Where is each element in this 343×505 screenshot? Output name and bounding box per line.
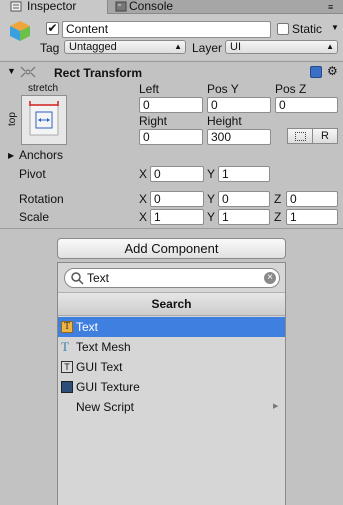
gameobject-header: ✔ Content Static ▼ Tag Untagged ▲ Layer … <box>0 14 343 60</box>
scale-x-input[interactable]: 1 <box>150 209 204 225</box>
pivot-x-label: X <box>139 167 148 181</box>
tab-bar: Inspector Console ≡ <box>0 0 343 15</box>
inspector-tab-icon <box>10 1 22 12</box>
layer-label: Layer <box>192 41 223 55</box>
rotation-x-input[interactable]: 0 <box>150 191 204 207</box>
posz-input[interactable]: 0 <box>275 97 338 113</box>
result-label: GUI Text <box>76 360 123 374</box>
tab-console-label: Console <box>129 0 174 13</box>
left-label: Left <box>139 82 160 96</box>
scale-z-label: Z <box>274 210 282 224</box>
anchor-preset-stretch-label: stretch <box>28 83 59 94</box>
tab-console[interactable]: Console <box>109 0 189 14</box>
right-label: Right <box>139 114 168 128</box>
static-dropdown-arrow[interactable]: ▼ <box>331 23 339 32</box>
layer-dropdown[interactable]: UI ▲ <box>225 40 338 54</box>
rotation-x-label: X <box>139 192 148 206</box>
dotted-rect-icon <box>295 132 306 141</box>
anchor-preset-graphic <box>29 101 59 136</box>
scale-x-label: X <box>139 210 148 224</box>
anchor-presets-button[interactable] <box>21 95 67 145</box>
height-label: Height <box>207 114 242 128</box>
scale-y-input[interactable]: 1 <box>218 209 270 225</box>
result-gui-texture[interactable]: GUI Texture <box>58 377 285 397</box>
left-input[interactable]: 0 <box>139 97 203 113</box>
rect-transform-header[interactable]: ▼ Rect Transform ⚙ <box>0 63 343 81</box>
rotation-y-input[interactable]: 0 <box>218 191 270 207</box>
component-divider <box>0 228 343 229</box>
add-component-popup: Text × Search T Text T Text Mesh T GUI T… <box>57 262 286 505</box>
scale-z-input[interactable]: 1 <box>286 209 338 225</box>
help-book-icon[interactable] <box>310 66 322 78</box>
text-mesh-icon: T <box>61 339 69 354</box>
header-divider <box>0 61 343 62</box>
result-new-script[interactable]: New Script ▶ <box>58 397 285 417</box>
anchors-label[interactable]: Anchors <box>19 148 63 162</box>
rect-transform-icon <box>19 65 37 79</box>
tag-dropdown[interactable]: Untagged ▲ <box>64 40 186 54</box>
static-label: Static <box>292 22 323 36</box>
right-input[interactable]: 0 <box>139 129 203 145</box>
result-label: Text Mesh <box>76 340 131 354</box>
posy-input[interactable]: 0 <box>207 97 271 113</box>
result-text-mesh[interactable]: T Text Mesh <box>58 337 285 357</box>
posy-label: Pos Y <box>207 82 239 96</box>
submenu-arrow-icon: ▶ <box>273 403 279 410</box>
rect-transform-title: Rect Transform <box>54 66 143 80</box>
gui-text-icon: T <box>61 361 73 373</box>
rotation-z-label: Z <box>274 192 282 206</box>
pivot-x-input[interactable]: 0 <box>150 166 204 182</box>
console-tab-icon <box>115 1 127 12</box>
raw-edit-button[interactable]: R <box>312 128 338 144</box>
add-component-button[interactable]: Add Component <box>57 238 286 259</box>
result-text[interactable]: T Text <box>58 317 285 337</box>
scale-y-label: Y <box>207 210 216 224</box>
foldout-open-icon[interactable]: ▼ <box>7 66 16 76</box>
search-clear-icon[interactable]: × <box>264 272 276 284</box>
rotation-label: Rotation <box>19 192 64 206</box>
gameobject-name-input[interactable]: Content <box>62 21 271 38</box>
component-search-input[interactable]: Text <box>87 271 109 285</box>
rotation-y-label: Y <box>207 192 216 206</box>
search-results-header: Search <box>58 292 285 316</box>
result-label: Text <box>76 320 99 334</box>
tab-inspector-label: Inspector <box>27 0 77 13</box>
rotation-z-input[interactable]: 0 <box>286 191 338 207</box>
tag-value: Untagged <box>69 41 117 53</box>
search-icon <box>70 271 84 285</box>
scale-label: Scale <box>19 210 50 224</box>
gameobject-cube-icon <box>9 20 31 42</box>
layer-dropdown-arrows-icon: ▲ <box>326 42 334 51</box>
tag-dropdown-arrows-icon: ▲ <box>174 42 182 51</box>
layer-value: UI <box>230 41 241 53</box>
pivot-y-label: Y <box>207 167 216 181</box>
pivot-y-input[interactable]: 1 <box>218 166 270 182</box>
result-gui-text[interactable]: T GUI Text <box>58 357 285 377</box>
tab-menu-icon[interactable]: ≡ <box>328 2 333 12</box>
static-checkbox[interactable] <box>277 23 289 35</box>
settings-gear-icon[interactable]: ⚙ <box>327 64 338 78</box>
tab-inspector[interactable]: Inspector <box>0 0 108 15</box>
active-checkbox[interactable]: ✔ <box>46 22 59 35</box>
tag-label: Tag <box>40 41 60 55</box>
gui-texture-icon <box>61 381 73 393</box>
text-icon: T <box>61 321 73 333</box>
posz-label: Pos Z <box>275 82 307 96</box>
result-label: GUI Texture <box>76 380 140 394</box>
pivot-label: Pivot <box>19 167 46 181</box>
height-input[interactable]: 300 <box>207 129 271 145</box>
anchors-foldout-icon[interactable]: ▶ <box>8 151 14 160</box>
result-label: New Script <box>76 400 135 414</box>
anchor-preset-top-label: top <box>7 112 18 126</box>
component-search-field[interactable]: Text × <box>64 268 280 288</box>
blueprint-mode-button[interactable] <box>287 128 313 144</box>
